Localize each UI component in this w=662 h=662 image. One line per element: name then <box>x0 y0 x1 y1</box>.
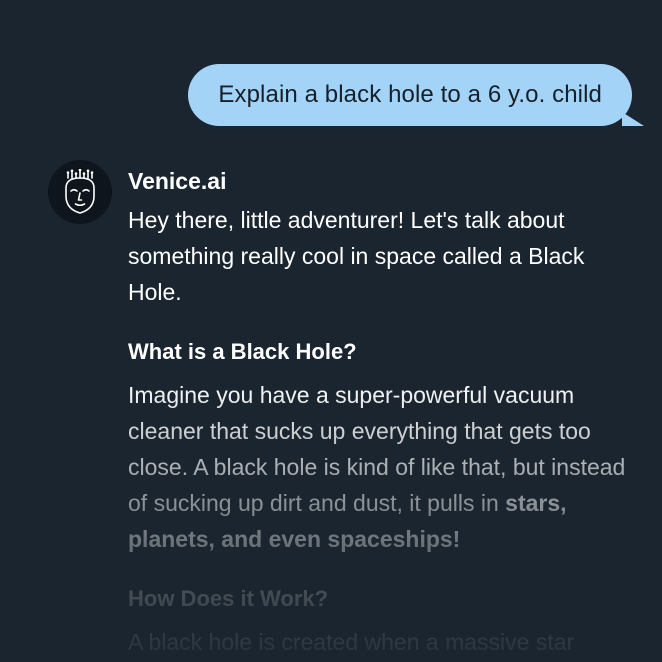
section-paragraph-2: A black hole is created when a massive s… <box>128 629 575 655</box>
section-paragraph: Imagine you have a super-powerful vacuum… <box>128 377 628 557</box>
bubble-tail <box>622 112 644 126</box>
section-heading: What is a Black Hole? <box>128 339 357 364</box>
assistant-message: Venice.ai Hey there, little adventurer! … <box>128 166 628 660</box>
venice-mask-icon <box>65 169 95 214</box>
assistant-intro-text: Hey there, little adventurer! Let's talk… <box>128 207 585 305</box>
assistant-name: Venice.ai <box>128 168 227 194</box>
assistant-avatar <box>48 160 112 224</box>
section-heading-2: How Does it Work? <box>128 586 329 611</box>
user-message-bubble: Explain a black hole to a 6 y.o. child <box>188 64 644 126</box>
user-message-text: Explain a black hole to a 6 y.o. child <box>218 81 602 108</box>
